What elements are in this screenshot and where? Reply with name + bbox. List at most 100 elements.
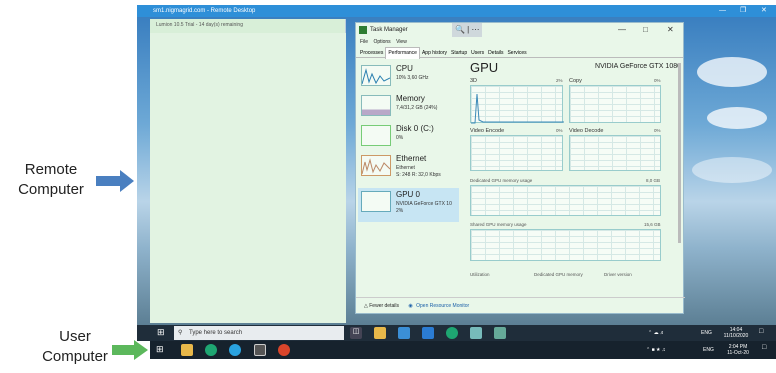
gpu-usage: 2% [396,208,404,214]
dedicated-memory-value: 8,0 GB [646,178,661,183]
task-manager-window[interactable]: Task Manager 🔍 | ⋯ — □ ✕ File Options Vi… [355,22,685,314]
remote-date: 11/10/2020 [723,333,749,339]
open-resource-monitor-link[interactable]: Open Resource Monitor [416,303,469,309]
tm-menu-bar: File Options View [356,37,683,47]
remote-desktop-window[interactable]: sm1.nigmagrid.com - Remote Desktop — ❐ ✕… [137,5,776,341]
engine-video-encode-label[interactable]: Video Encode [470,128,504,134]
engine-3d-graph [470,85,564,124]
user-label-line1: User [59,328,91,345]
utilization-label: Utilization [470,272,490,277]
driver-version-label: Driver version [604,272,632,277]
sidebar-item-cpu[interactable]: CPU 10% 3,60 GHz [358,62,459,92]
sidebar-item-ethernet[interactable]: Ethernet Ethernet S: 248 R: 32,0 Kbps [358,152,459,186]
user-clock[interactable]: 2:04 PM 11-Oct-20 [720,344,756,356]
tm-scrollbar[interactable] [678,63,681,243]
remote-desktop-title: sm1.nigmagrid.com - Remote Desktop [153,8,256,14]
remote-arrow-icon [96,170,134,192]
lumion-title: Lumion 10.5 Trial - 14 day(s) remaining [156,22,243,28]
remote-search-box[interactable]: ⚲ Type here to search [174,326,344,340]
tab-performance[interactable]: Performance [385,47,420,59]
zoom-icon[interactable]: 🔍 | ⋯ [452,23,483,37]
lumion-viewport[interactable] [150,33,346,323]
user-taskbar: ⊞ ⌃ ■ ★ ♫ ENG 2:04 PM 11-Oct-20 □ [150,341,776,359]
tab-users[interactable]: Users [469,48,486,59]
menu-file[interactable]: File [360,39,368,45]
task-manager-titlebar[interactable]: Task Manager 🔍 | ⋯ — □ ✕ [356,23,683,37]
gpu-title: GPU [470,60,499,75]
lumion-taskbar-icon[interactable] [470,327,482,339]
remote-start-icon[interactable]: ⊞ [157,327,165,338]
gpu-detail-panel: GPU NVIDIA GeForce GTX 1080 3D 2% Copy 0… [468,60,681,300]
sidebar-item-gpu[interactable]: GPU 0 NVIDIA GeForce GTX 10 2% [358,188,459,222]
sidebar-item-memory[interactable]: Memory 7,4/31,2 GB (24%) [358,92,459,122]
memory-name: Memory [396,94,425,103]
user-label-line2: Computer [42,348,108,365]
engine-copy-graph [569,85,661,123]
remote-computer-label: Remote Computer [6,160,96,200]
gpu-model-short: NVIDIA GeForce GTX 10 [396,201,452,207]
mail-icon[interactable] [422,327,434,339]
minimize-icon[interactable]: — [719,5,726,17]
cpu-name: CPU [396,64,413,73]
user-start-icon[interactable]: ⊞ [156,344,164,355]
tm-maximize-icon[interactable]: □ [643,23,648,37]
engine-video-encode-graph [470,135,563,171]
user-language[interactable]: ENG [703,347,714,353]
task-manager-taskbar-icon[interactable] [494,327,506,339]
tab-details[interactable]: Details [486,48,505,59]
remote-desktop-titlebar[interactable]: sm1.nigmagrid.com - Remote Desktop [137,5,776,17]
tray-icons[interactable]: ⌃ ☁ ♬ [648,330,665,336]
user-notification-icon[interactable]: □ [762,344,766,351]
remote-clock[interactable]: 14:04 11/10/2020 [718,327,754,339]
search-icon: ⚲ [178,330,183,336]
tab-startup[interactable]: Startup [449,48,469,59]
engine-copy-label[interactable]: Copy [569,78,582,84]
resource-monitor-icon[interactable]: ◉ [408,303,412,309]
close-icon[interactable]: ✕ [761,5,767,17]
disk-usage: 0% [396,135,404,141]
task-manager-title: Task Manager [370,27,408,33]
tab-processes[interactable]: Processes [358,48,385,59]
remote-language[interactable]: ENG [701,330,712,336]
user-arrow-icon [112,340,148,360]
engine-video-decode-label[interactable]: Video Decode [569,128,603,134]
user-tray-icons[interactable]: ⌃ ■ ★ ♫ [646,347,666,353]
user-file-explorer-icon[interactable] [181,344,193,356]
gpu-name: GPU 0 [396,190,421,199]
user-edge-icon[interactable] [205,344,217,356]
remote-taskbar: ⊞ ⚲ Type here to search ◫ ⌃ ☁ ♬ ENG 14:0… [137,325,776,341]
restore-icon[interactable]: ❐ [740,5,746,17]
engine-3d-label[interactable]: 3D [470,78,477,84]
tm-minimize-icon[interactable]: — [618,23,626,37]
ethernet-adapter: Ethernet [396,165,415,171]
task-view-icon[interactable]: ◫ [350,327,362,339]
engine-copy-value: 0% [654,78,661,83]
user-computer-label: User Computer [30,327,120,367]
tab-services[interactable]: Services [505,48,528,59]
file-explorer-icon[interactable] [374,327,386,339]
sidebar-item-disk[interactable]: Disk 0 (C:) 0% [358,122,459,152]
remote-notification-icon[interactable]: □ [759,328,763,335]
user-date: 11-Oct-20 [727,350,749,356]
tm-tabs: Processes Performance App history Startup Us… [356,47,683,59]
fewer-details-icon[interactable]: △ [364,303,368,309]
menu-options[interactable]: Options [373,39,390,45]
dedicated-memory-graph [470,185,661,216]
cpu-thumbnail [361,65,391,86]
remote-desktop-taskbar-icon[interactable] [254,344,266,356]
tm-close-icon[interactable]: ✕ [667,23,674,37]
engine-3d-value: 2% [556,78,563,83]
memory-thumbnail [361,95,391,116]
ethernet-thumbnail [361,155,391,176]
lumion-window[interactable]: Lumion 10.5 Trial - 14 day(s) remaining [150,19,346,323]
memory-usage: 7,4/31,2 GB (24%) [396,105,438,111]
menu-view[interactable]: View [396,39,407,45]
edge-icon[interactable] [446,327,458,339]
telegram-icon[interactable] [229,344,241,356]
presentation-app-icon[interactable] [278,344,290,356]
fewer-details-link[interactable]: Fewer details [369,303,399,309]
engine-video-encode-value: 0% [556,128,563,133]
remote-label-line1: Remote [24,161,78,178]
store-icon[interactable] [398,327,410,339]
tab-app-history[interactable]: App history [420,48,449,59]
